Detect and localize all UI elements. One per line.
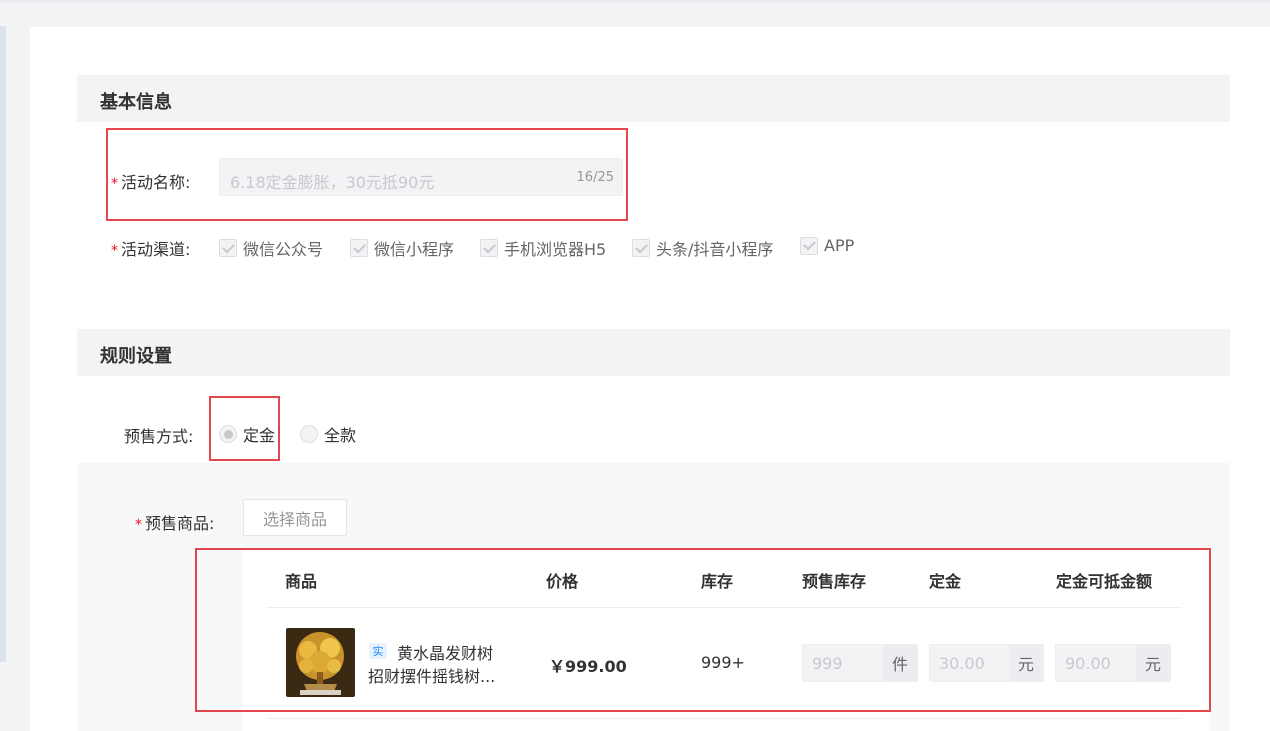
presale-mode-label: 预售方式:	[124, 427, 194, 446]
required-asterisk: *	[111, 243, 118, 259]
checkbox-icon	[480, 239, 498, 257]
basic-info-header: 基本信息	[77, 75, 1230, 122]
required-asterisk: *	[135, 517, 142, 533]
activity-channel-label: * 活动渠道:	[111, 240, 191, 259]
presale-goods-label: * 预售商品:	[135, 514, 215, 533]
highlight-box-deposit-option	[209, 396, 280, 461]
basic-info-title: 基本信息	[100, 92, 172, 113]
left-scroll-strip	[0, 26, 6, 662]
table-divider	[267, 718, 1182, 719]
top-bar	[0, 0, 1270, 3]
channel-checkbox-douyin[interactable]: 头条/抖音小程序	[632, 236, 773, 260]
rules-header: 规则设置	[77, 329, 1230, 376]
channel-checkbox-app[interactable]: APP	[800, 236, 854, 255]
rules-title: 规则设置	[100, 346, 172, 367]
channel-checkbox-h5[interactable]: 手机浏览器H5	[480, 236, 606, 260]
choose-goods-button[interactable]: 选择商品	[243, 499, 347, 536]
checkbox-icon	[219, 239, 237, 257]
highlight-box-goods-table	[195, 548, 1211, 712]
channel-checkbox-wechat-mini[interactable]: 微信小程序	[350, 236, 454, 260]
checkbox-icon	[632, 239, 650, 257]
checkbox-icon	[350, 239, 368, 257]
channel-checkbox-wechat-oa[interactable]: 微信公众号	[219, 236, 323, 260]
checkbox-icon	[800, 236, 818, 255]
highlight-box-activity-name	[106, 128, 628, 221]
radio-unchecked-icon	[300, 425, 318, 443]
radio-full-payment[interactable]: 全款	[300, 422, 356, 446]
